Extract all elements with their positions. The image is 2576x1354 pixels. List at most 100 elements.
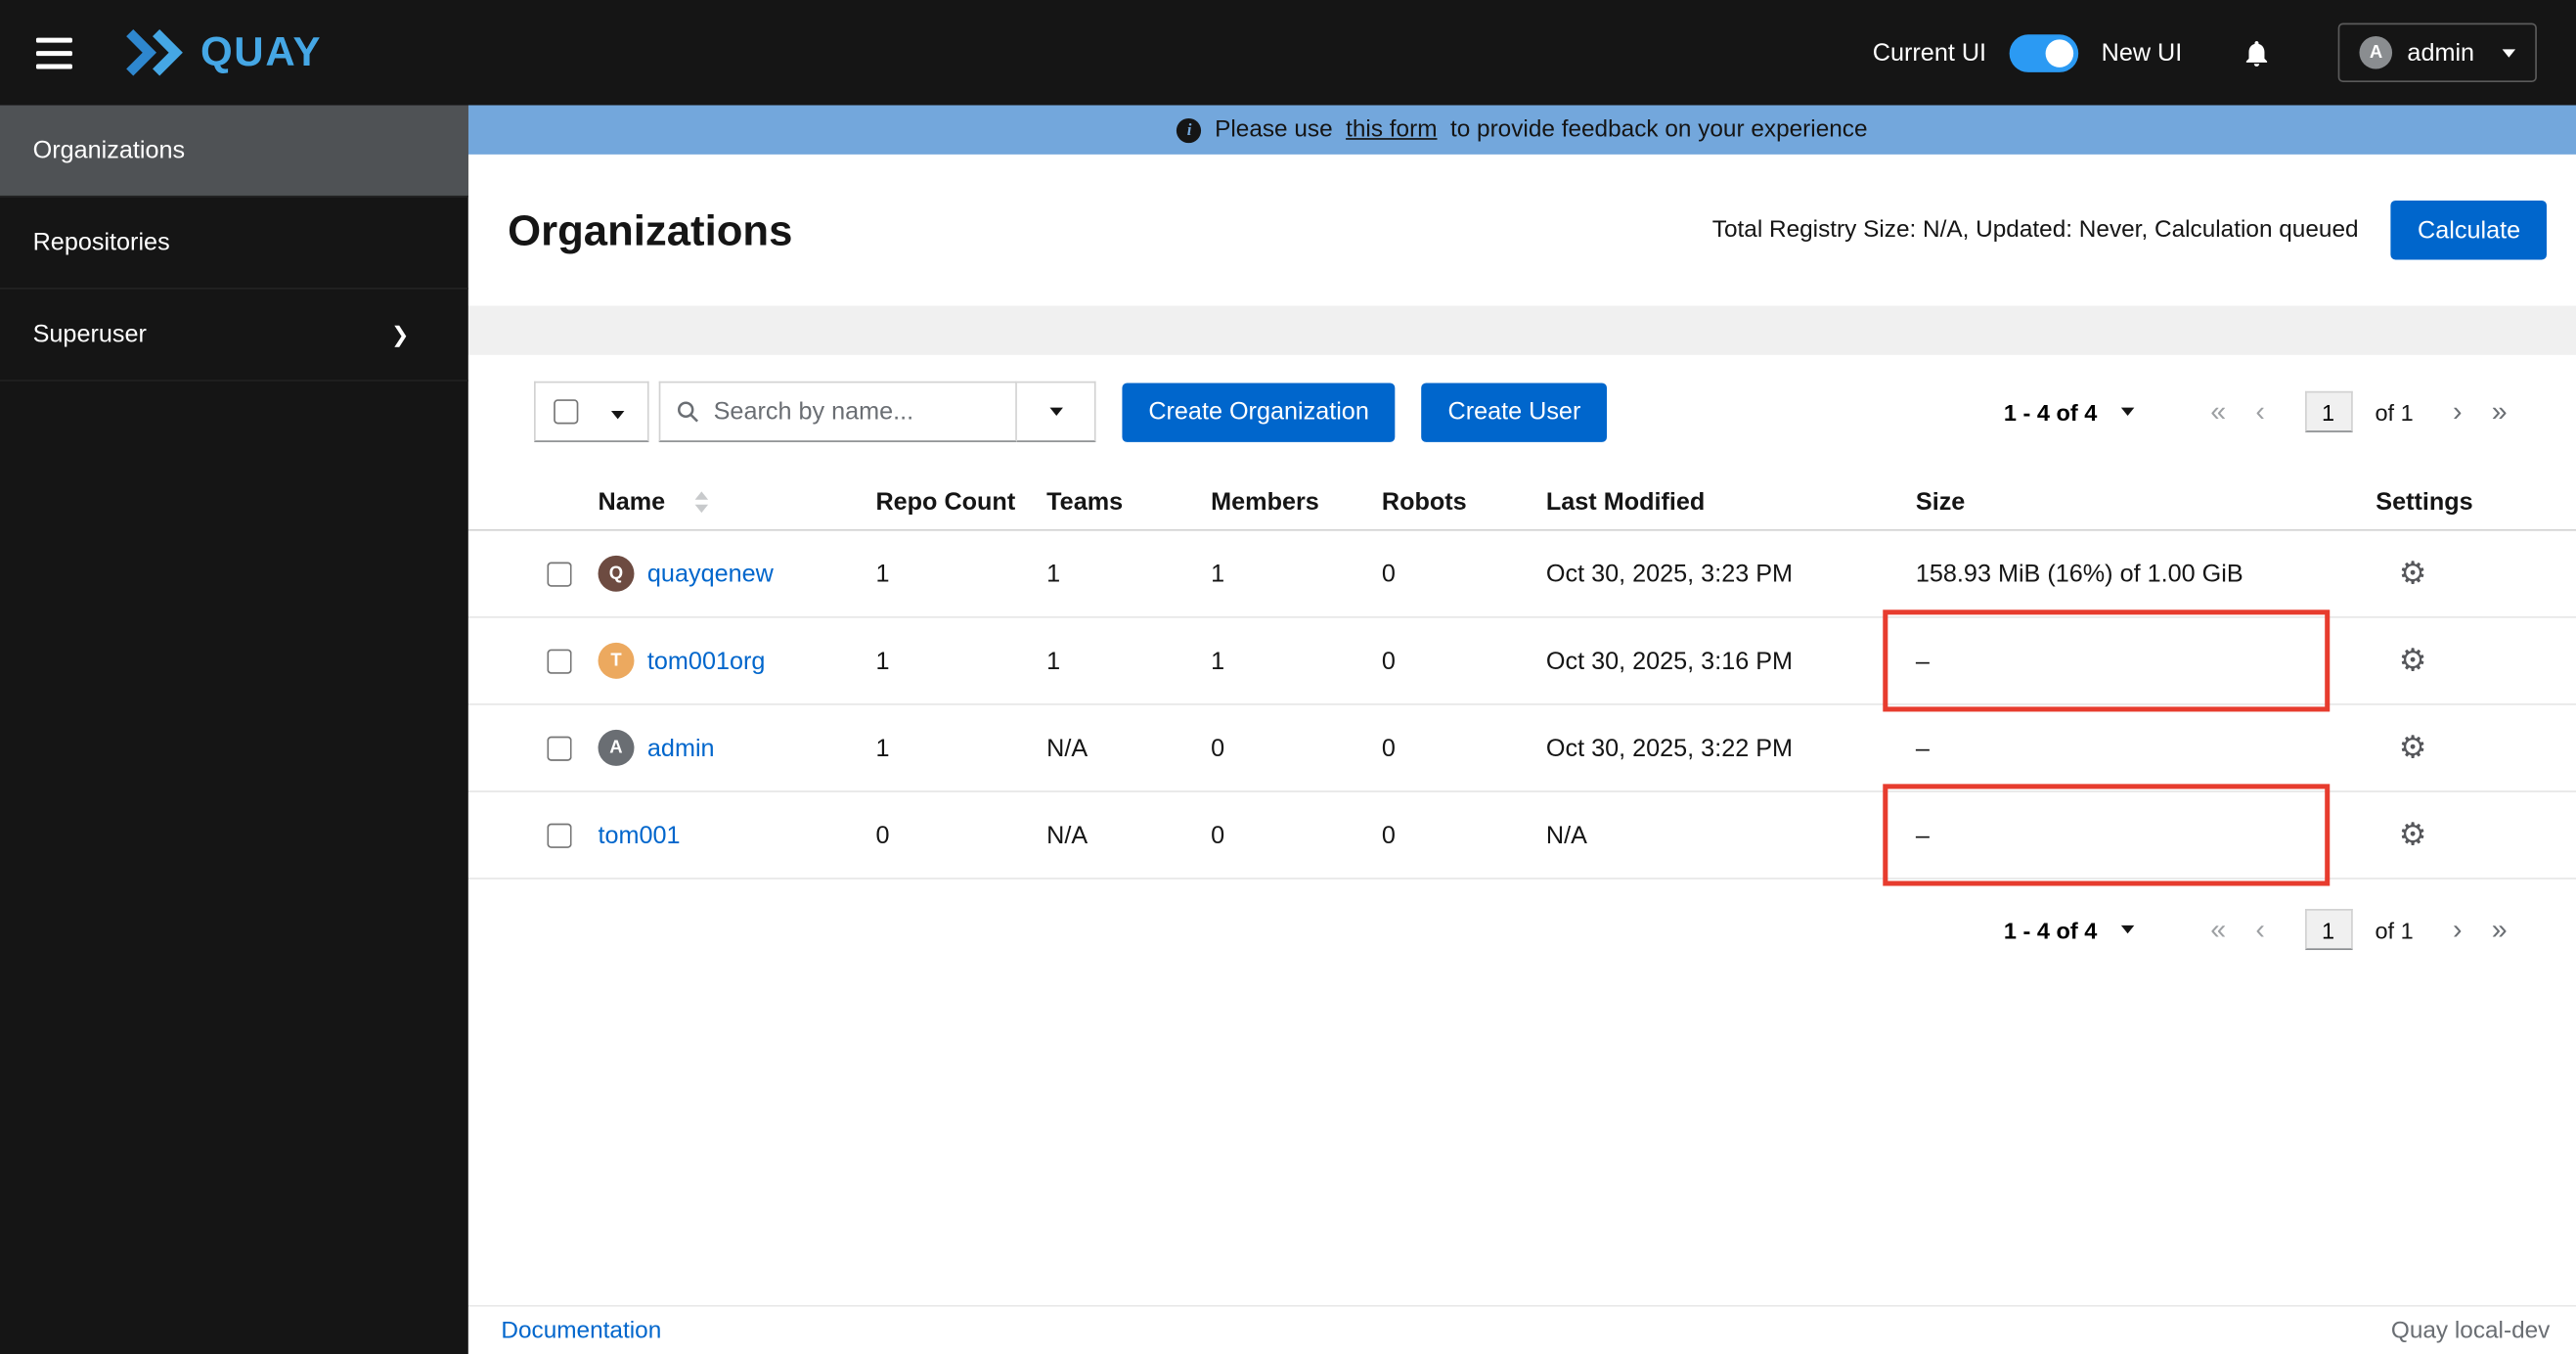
page-count-label: of 1 (2375, 916, 2414, 943)
organizations-panel: Create Organization Create User 1 - 4 of… (467, 354, 2576, 951)
screenshot-stage: QUAY Current UI New UI A admin Organizat… (0, 0, 2576, 1354)
repo-count-cell: 0 (875, 821, 890, 849)
teams-cell: N/A (1046, 821, 1088, 849)
repo-count-cell: 1 (875, 647, 890, 675)
row-checkbox[interactable] (547, 735, 572, 760)
chevron-down-icon (2121, 925, 2135, 934)
sidebar-item-label: Repositories (32, 228, 170, 257)
org-name-link[interactable]: admin (647, 734, 715, 762)
search-icon (677, 401, 698, 423)
column-header-name: Name (599, 488, 876, 517)
robots-cell: 0 (1381, 821, 1396, 849)
members-cell: 0 (1211, 734, 1225, 762)
repo-count-cell: 1 (875, 560, 890, 588)
bulk-select-dropdown-toggle[interactable] (608, 396, 628, 428)
quay-app: QUAY Current UI New UI A admin Organizat… (0, 0, 2576, 1354)
calculate-button[interactable]: Calculate (2391, 200, 2547, 260)
pagination-range-dropdown[interactable]: 1 - 4 of 4 (2004, 917, 2135, 942)
column-header-robots: Robots (1381, 487, 1467, 517)
organizations-table: Name Repo Count Teams Members Robots Las… (467, 475, 2576, 886)
feedback-form-link[interactable]: this form (1346, 116, 1437, 143)
members-cell: 1 (1211, 647, 1225, 675)
banner-text-prefix: Please use (1215, 116, 1333, 144)
column-header-members: Members (1211, 487, 1319, 517)
last-page-button[interactable]: » (2488, 916, 2510, 944)
previous-page-button[interactable]: ‹ (2252, 916, 2268, 944)
notification-bell-icon[interactable] (2242, 37, 2273, 68)
create-organization-button[interactable]: Create Organization (1122, 382, 1396, 442)
last-modified-cell: Oct 30, 2025, 3:23 PM (1545, 560, 1794, 588)
sidebar: Organizations Repositories Superuser ❯ (0, 105, 468, 1354)
new-ui-label: New UI (2101, 38, 2183, 68)
settings-gear-icon[interactable]: ⚙ (2399, 555, 2427, 593)
settings-gear-icon[interactable]: ⚙ (2399, 642, 2427, 680)
robots-cell: 0 (1381, 560, 1396, 588)
pagination-nav: « ‹ of 1 › » (2207, 390, 2510, 432)
masthead: QUAY Current UI New UI A admin (0, 0, 2576, 106)
chevron-down-icon (610, 411, 625, 420)
table-row: tom001 0 N/A 0 0 N/A – ⚙ (467, 784, 2576, 886)
user-menu[interactable]: A admin (2337, 23, 2537, 83)
org-avatar: Q (598, 555, 635, 592)
size-cell: 158.93 MiB (16%) of 1.00 GiB (1915, 560, 2243, 588)
next-page-button[interactable]: › (2450, 916, 2465, 944)
page-count-label: of 1 (2375, 398, 2414, 426)
last-page-button[interactable]: » (2488, 398, 2510, 427)
settings-gear-icon[interactable]: ⚙ (2399, 729, 2427, 767)
documentation-link[interactable]: Documentation (501, 1318, 661, 1344)
last-modified-cell: N/A (1545, 821, 1587, 849)
feedback-banner: i Please use this form to provide feedba… (467, 105, 2576, 155)
teams-cell: 1 (1046, 647, 1061, 675)
search-filter-dropdown-toggle[interactable] (1016, 381, 1096, 442)
next-page-button[interactable]: › (2450, 398, 2465, 427)
org-name-link[interactable]: tom001org (647, 647, 765, 675)
org-name-link[interactable]: tom001 (599, 821, 681, 849)
first-page-button[interactable]: « (2207, 916, 2230, 944)
footer: Documentation Quay local-dev (467, 1304, 2576, 1354)
quay-logo[interactable]: QUAY (121, 28, 322, 77)
teams-cell: N/A (1046, 734, 1088, 762)
user-name: admin (2407, 38, 2475, 68)
row-checkbox[interactable] (547, 822, 572, 848)
sidebar-item-superuser[interactable]: Superuser ❯ (0, 290, 468, 382)
search-group (658, 381, 1096, 442)
page-title: Organizations (508, 204, 793, 254)
create-user-button[interactable]: Create User (1421, 382, 1608, 442)
sort-toggle-icon[interactable] (694, 491, 708, 514)
size-cell: – (1915, 647, 1930, 675)
ui-toggle[interactable] (2009, 33, 2079, 72)
org-name-link[interactable]: quayqenew (647, 560, 774, 588)
hamburger-menu-button[interactable] (29, 30, 78, 74)
table-row: T tom001org 1 1 1 0 Oct 30, 2025, 3:16 P… (467, 609, 2576, 712)
sidebar-item-organizations[interactable]: Organizations (0, 105, 468, 198)
last-modified-cell: Oct 30, 2025, 3:16 PM (1545, 647, 1794, 675)
current-page-input[interactable] (2304, 390, 2352, 432)
previous-page-button[interactable]: ‹ (2252, 398, 2268, 427)
ui-toggle-knob (2045, 38, 2074, 68)
pagination-range-dropdown[interactable]: 1 - 4 of 4 (2004, 398, 2135, 425)
robots-cell: 0 (1381, 647, 1396, 675)
info-icon: i (1177, 117, 1202, 143)
section-divider (467, 305, 2576, 355)
org-avatar: T (598, 642, 635, 679)
chevron-down-icon (1048, 407, 1063, 417)
settings-gear-icon[interactable]: ⚙ (2399, 816, 2427, 854)
column-header-size: Size (1915, 487, 1966, 517)
current-page-input[interactable] (2304, 909, 2352, 951)
pagination-range-label: 1 - 4 of 4 (2003, 398, 2098, 426)
row-checkbox[interactable] (547, 561, 572, 586)
chevron-right-icon: ❯ (390, 321, 410, 346)
last-modified-cell: Oct 30, 2025, 3:22 PM (1545, 734, 1794, 762)
search-input[interactable] (713, 397, 999, 427)
sidebar-item-repositories[interactable]: Repositories (0, 198, 468, 290)
page-header-right: Total Registry Size: N/A, Updated: Never… (1711, 200, 2547, 260)
bulk-select-checkbox[interactable] (554, 399, 579, 425)
sidebar-item-label: Organizations (32, 136, 186, 164)
quay-logo-icon (126, 29, 183, 76)
row-checkbox[interactable] (547, 648, 572, 673)
first-page-button[interactable]: « (2207, 398, 2230, 427)
page-header: Organizations Total Registry Size: N/A, … (467, 154, 2576, 306)
registry-size-summary: Total Registry Size: N/A, Updated: Never… (1711, 216, 2359, 244)
pagination-top: 1 - 4 of 4 « ‹ of 1 › » (2004, 390, 2510, 432)
members-cell: 0 (1211, 821, 1225, 849)
